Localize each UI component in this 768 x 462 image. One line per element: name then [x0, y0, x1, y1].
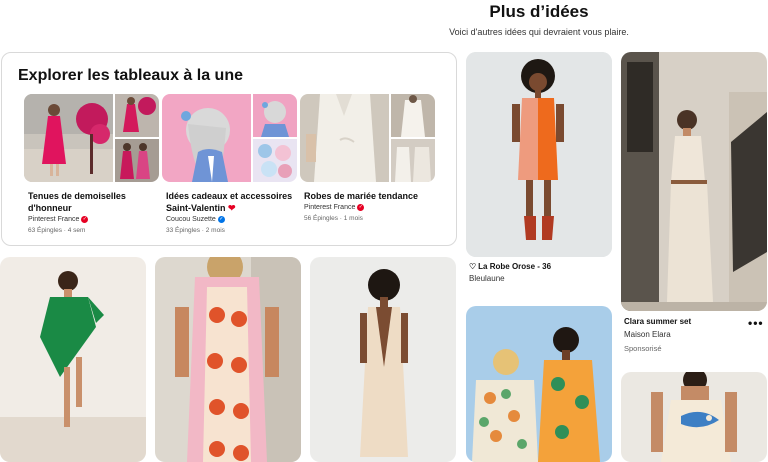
board-owner-name: Pinterest France — [28, 216, 80, 223]
pin-printed-dresses[interactable] — [466, 306, 612, 462]
pin-lobster-dress[interactable] — [155, 257, 301, 462]
verified-badge-icon: ✓ — [357, 204, 365, 211]
board-thumb-image — [115, 139, 159, 182]
featured-boards-card: Explorer les tableaux à la une Tenues de… — [1, 52, 457, 246]
pin-image — [155, 257, 301, 462]
heart-outline-icon: ♡ — [469, 262, 477, 271]
featured-boards-title: Explorer les tableaux à la une — [18, 67, 243, 84]
board-thumb-image — [253, 139, 297, 182]
sponsored-label: Sponsorisé — [624, 344, 662, 353]
more-options-button[interactable]: ••• — [748, 316, 764, 330]
board-meta: 56 Épingles · 1 mois — [304, 215, 363, 222]
board-owner: Pinterest France ✓ — [304, 204, 365, 211]
pin-title[interactable]: Clara summer set — [624, 317, 691, 326]
board-name: Idées cadeaux et accessoires Saint-Valen… — [166, 190, 298, 214]
pin-cream-dress[interactable] — [310, 257, 456, 462]
board-valentine[interactable]: Idées cadeaux et accessoires Saint-Valen… — [162, 94, 297, 234]
board-name: Robes de mariée tendance — [304, 191, 419, 201]
board-owner: Coucou Suzette ✓ — [166, 216, 225, 223]
pin-clara-summer-set[interactable] — [621, 52, 767, 311]
pin-title[interactable]: ♡ La Robe Orose - 36 — [469, 262, 551, 271]
page-title: Plus d’idées — [489, 2, 589, 21]
board-wedding-dresses[interactable]: Robes de mariée tendance Pinterest Franc… — [300, 94, 435, 222]
verified-badge-icon: ✓ — [217, 216, 225, 223]
board-owner: Pinterest France ✓ — [28, 216, 89, 223]
board-cover-image — [300, 94, 389, 182]
board-collage[interactable] — [24, 94, 159, 182]
page-subtitle: Voici d'autres idées qui devraient vous … — [449, 27, 629, 37]
pin-image — [0, 257, 146, 462]
pin-orange-dress[interactable] — [466, 52, 612, 257]
board-owner-name: Coucou Suzette — [166, 216, 216, 223]
verified-badge-icon: ✓ — [81, 216, 89, 223]
board-meta: 63 Épingles · 4 sem — [28, 227, 86, 234]
board-owner-name: Pinterest France — [304, 204, 356, 211]
pin-subtitle[interactable]: Maison Elara — [624, 330, 671, 339]
board-collage[interactable] — [300, 94, 435, 182]
pin-image — [621, 372, 767, 462]
board-cover-image — [162, 94, 251, 182]
board-thumb-image — [391, 94, 435, 137]
board-cover-image — [24, 94, 113, 182]
board-collage[interactable] — [162, 94, 297, 182]
heart-icon: ❤ — [228, 203, 236, 213]
pin-green-dress[interactable] — [0, 257, 146, 462]
pin-fish-print-dress[interactable] — [621, 372, 767, 462]
board-bridesmaid[interactable]: Tenues de demoiselles d'honneur Pinteres… — [24, 94, 159, 234]
board-name: Tenues de demoiselles d'honneur — [28, 191, 126, 213]
pin-image — [621, 52, 767, 311]
pin-image — [310, 257, 456, 462]
board-meta: 33 Épingles · 2 mois — [166, 227, 225, 234]
board-thumb-image — [253, 94, 297, 137]
board-thumb-image — [115, 94, 159, 137]
board-thumb-image — [391, 139, 435, 182]
pin-subtitle[interactable]: Bleulaune — [469, 274, 505, 283]
pin-image — [466, 52, 612, 257]
pin-image — [466, 306, 612, 462]
